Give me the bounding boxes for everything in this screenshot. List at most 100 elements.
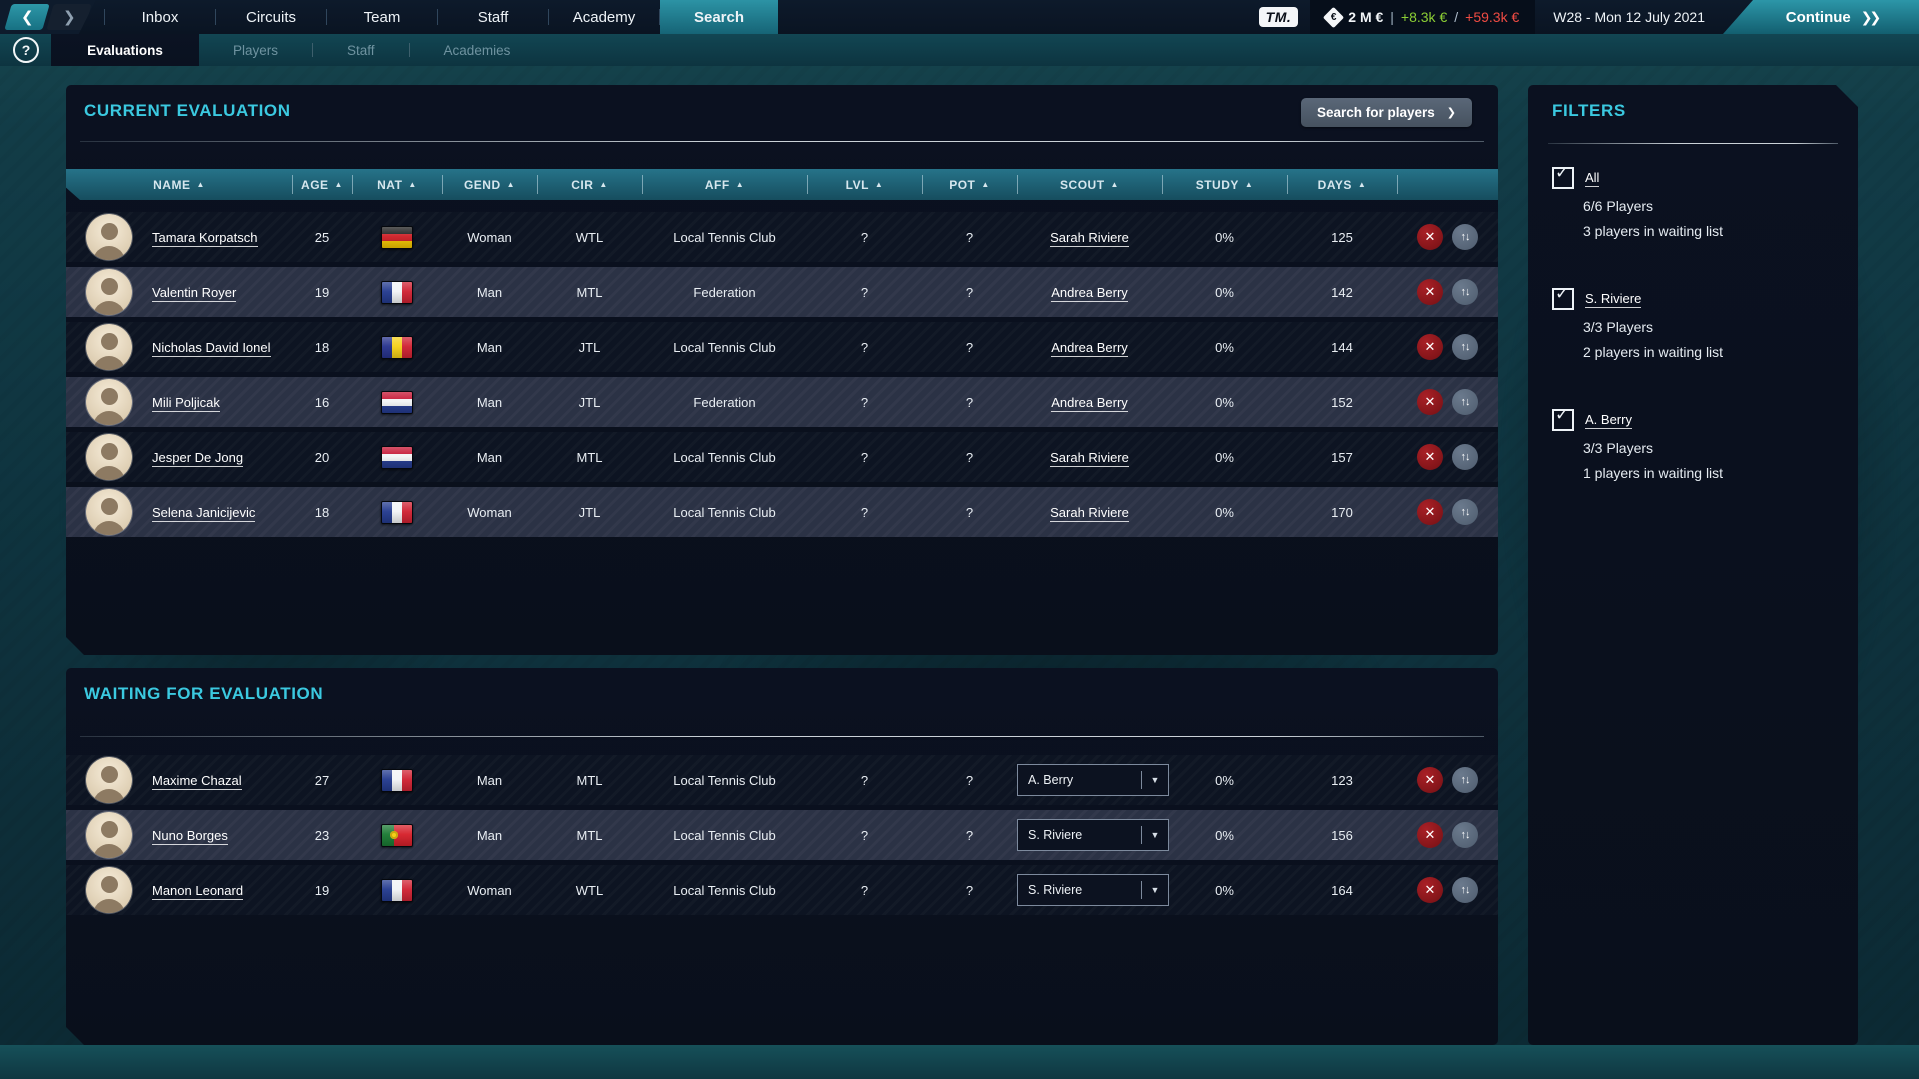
scout-link[interactable]: Andrea Berry [1051,285,1128,302]
back-button[interactable]: ❮ [4,4,49,30]
nav-item-staff[interactable]: Staff [438,0,548,34]
column-header-pot[interactable]: POT▲ [922,169,1017,200]
level-cell: ? [807,395,922,410]
scout-link[interactable]: Andrea Berry [1051,395,1128,412]
affiliation-cell: Local Tennis Club [642,773,807,788]
reorder-button[interactable]: ↑↓ [1452,389,1478,415]
affiliation-cell: Local Tennis Club [642,883,807,898]
player-name-link[interactable]: Tamara Korpatsch [152,230,258,247]
scout-dropdown[interactable]: S. Riviere ▼ [1017,819,1169,851]
reorder-button[interactable]: ↑↓ [1452,822,1478,848]
tm-logo: TM. [1259,7,1299,27]
search-for-players-button[interactable]: Search for players ❯ [1301,98,1472,127]
column-header-age[interactable]: AGE▲ [292,169,352,200]
tab-evaluations[interactable]: Evaluations [51,34,199,66]
scout-link[interactable]: Andrea Berry [1051,340,1128,357]
filter-label-s-riviere[interactable]: S. Riviere [1585,291,1641,308]
nav-item-inbox[interactable]: Inbox [105,0,215,34]
tab-academies[interactable]: Academies [410,34,545,66]
name-cell: Mili Poljicak [152,395,292,410]
gender-cell: Man [442,395,537,410]
player-name-link[interactable]: Maxime Chazal [152,773,242,790]
player-name-link[interactable]: Mili Poljicak [152,395,220,412]
name-cell: Manon Leonard [152,883,292,898]
scout-dropdown[interactable]: A. Berry ▼ [1017,764,1169,796]
study-cell: 0% [1162,230,1287,245]
column-header-lvl[interactable]: LVL▲ [807,169,922,200]
remove-button[interactable]: ✕ [1417,389,1443,415]
scout-dropdown[interactable]: S. Riviere ▼ [1017,874,1169,906]
nav-item-academy[interactable]: Academy [549,0,659,34]
scout-cell: A. Berry A. Berry ▼ [1017,764,1162,796]
scout-link[interactable]: Sarah Riviere [1050,230,1129,247]
actions-cell: ✕ ↑↓ [1397,334,1498,360]
continue-button[interactable]: Continue ❯❯ [1723,0,1919,34]
player-name-link[interactable]: Nuno Borges [152,828,228,845]
avatar-cell [66,214,152,260]
reorder-button[interactable]: ↑↓ [1452,499,1478,525]
affiliation-cell: Local Tennis Club [642,828,807,843]
reorder-button[interactable]: ↑↓ [1452,767,1478,793]
remove-button[interactable]: ✕ [1417,822,1443,848]
reorder-button[interactable]: ↑↓ [1452,224,1478,250]
column-header-study[interactable]: STUDY▲ [1162,169,1287,200]
filters-title: FILTERS [1552,101,1626,121]
gender-cell: Man [442,340,537,355]
reorder-button[interactable]: ↑↓ [1452,279,1478,305]
checkbox-s-riviere[interactable] [1552,288,1574,310]
circuit-cell: JTL [537,505,642,520]
actions-cell: ✕ ↑↓ [1397,389,1498,415]
remove-button[interactable]: ✕ [1417,279,1443,305]
column-header-name[interactable]: NAME▲ [66,169,292,200]
nav-item-circuits[interactable]: Circuits [216,0,326,34]
column-header-scout[interactable]: SCOUT▲ [1017,169,1162,200]
column-header-gend[interactable]: GEND▲ [442,169,537,200]
reorder-button[interactable]: ↑↓ [1452,877,1478,903]
filter-label-all[interactable]: All [1585,170,1599,187]
scout-link[interactable]: Sarah Riviere [1050,450,1129,467]
remove-button[interactable]: ✕ [1417,877,1443,903]
scout-link[interactable]: Sarah Riviere [1050,505,1129,522]
remove-button[interactable]: ✕ [1417,499,1443,525]
checkbox-a-berry[interactable] [1552,409,1574,431]
help-icon[interactable]: ? [13,37,39,63]
days-cell: 123 [1287,773,1397,788]
player-name-link[interactable]: Valentin Royer [152,285,236,302]
filter-group-s-riviere: S. Riviere 3/3 Players 2 players in wait… [1552,288,1844,360]
forward-button[interactable]: ❯ [46,4,91,30]
name-cell: Tamara Korpatsch [152,230,292,245]
remove-button[interactable]: ✕ [1417,224,1443,250]
remove-button[interactable]: ✕ [1417,767,1443,793]
player-name-link[interactable]: Jesper De Jong [152,450,243,467]
scout-cell: Sarah Riviere Sarah Riviere ▼ [1017,505,1162,520]
player-name-link[interactable]: Selena Janicijevic [152,505,255,522]
tab-players[interactable]: Players [199,34,312,66]
column-header-days[interactable]: DAYS▲ [1287,169,1397,200]
history-buttons: ❮ ❯ [0,0,96,34]
money-amount: 2 M € [1348,9,1383,25]
filter-label-a-berry[interactable]: A. Berry [1585,412,1632,429]
player-name-link[interactable]: Nicholas David Ionel [152,340,271,357]
days-cell: 156 [1287,828,1397,843]
column-header-cir[interactable]: CIR▲ [537,169,642,200]
filter-players-count: 6/6 Players [1583,198,1844,214]
reorder-button[interactable]: ↑↓ [1452,334,1478,360]
column-header-aff[interactable]: AFF▲ [642,169,807,200]
divider [1548,143,1838,144]
nationality-cell [352,281,442,304]
money-divider: / [1454,9,1458,25]
column-header-nat[interactable]: NAT▲ [352,169,442,200]
remove-button[interactable]: ✕ [1417,334,1443,360]
tab-staff[interactable]: Staff [313,34,409,66]
remove-button[interactable]: ✕ [1417,444,1443,470]
circuit-cell: JTL [537,395,642,410]
days-cell: 125 [1287,230,1397,245]
potential-cell: ? [922,450,1017,465]
checkbox-all[interactable] [1552,167,1574,189]
avatar-cell [66,757,152,803]
reorder-button[interactable]: ↑↓ [1452,444,1478,470]
nav-item-search[interactable]: Search [660,0,778,34]
nav-item-team[interactable]: Team [327,0,437,34]
player-name-link[interactable]: Manon Leonard [152,883,243,900]
filter-waiting-count: 1 players in waiting list [1583,465,1844,481]
